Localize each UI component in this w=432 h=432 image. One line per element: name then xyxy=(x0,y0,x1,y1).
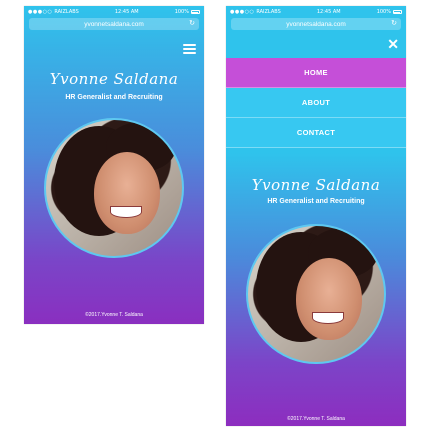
nav-header: ✕ xyxy=(226,32,406,58)
battery-icon xyxy=(190,10,200,14)
address-bar[interactable]: yvonnetsaldana.com ↻ xyxy=(231,18,401,30)
reload-icon[interactable]: ↻ xyxy=(189,19,195,27)
mobile-screen-menu-open: ●●●○○ RAIZLABS 12:45 AM 100% yvonnetsald… xyxy=(226,6,406,426)
carrier-label: RAIZLABS xyxy=(54,9,79,15)
site-name: Yvonne Saldana xyxy=(251,176,381,194)
battery-label: 100% xyxy=(174,9,189,15)
site-role: HR Generalist and Recruiting xyxy=(267,198,365,205)
signal-icon: ●●●○○ xyxy=(28,9,53,15)
signal-icon: ●●●○○ xyxy=(230,9,255,15)
status-time: 12:45 AM xyxy=(114,9,139,15)
nav-item-contact[interactable]: CONTACT xyxy=(226,118,406,148)
carrier-label: RAIZLABS xyxy=(256,9,281,15)
nav-item-label: CONTACT xyxy=(296,128,336,137)
footer-copyright: ©2017.Yvonne T. Saldana xyxy=(287,416,345,422)
site-role: HR Generalist and Recruiting xyxy=(65,94,163,101)
status-time: 12:45 AM xyxy=(316,9,341,15)
profile-photo xyxy=(44,118,184,258)
nav-item-label: HOME xyxy=(304,68,328,77)
battery-icon xyxy=(392,10,402,14)
nav-item-about[interactable]: ABOUT xyxy=(226,88,406,118)
url-text: yvonnetsaldana.com xyxy=(84,20,144,28)
mobile-screen-home: ●●●○○ RAIZLABS 12:45 AM 100% yvonnetsald… xyxy=(24,6,204,324)
reload-icon[interactable]: ↻ xyxy=(391,19,397,27)
status-bar: ●●●○○ RAIZLABS 12:45 AM 100% xyxy=(24,6,204,18)
battery-label: 100% xyxy=(376,9,391,15)
url-text: yvonnetsaldana.com xyxy=(286,20,346,28)
close-icon[interactable]: ✕ xyxy=(387,37,399,51)
nav-item-label: ABOUT xyxy=(301,98,331,107)
status-bar: ●●●○○ RAIZLABS 12:45 AM 100% xyxy=(226,6,406,18)
hamburger-menu-icon[interactable] xyxy=(183,44,196,54)
profile-photo xyxy=(246,224,386,364)
footer-copyright: ©2017.Yvonne T. Saldana xyxy=(85,312,143,318)
address-bar[interactable]: yvonnetsaldana.com ↻ xyxy=(29,18,199,30)
site-name: Yvonne Saldana xyxy=(49,70,179,88)
nav-item-home[interactable]: HOME xyxy=(226,58,406,88)
